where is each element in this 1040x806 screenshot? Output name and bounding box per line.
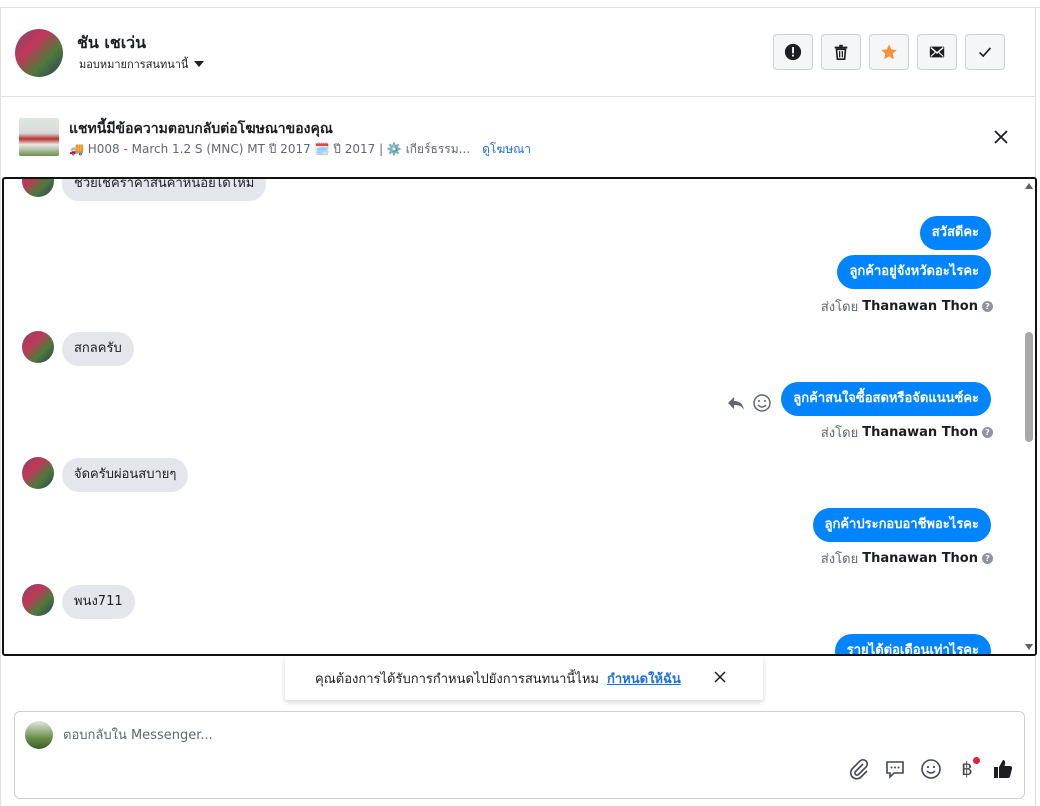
mark-done-button[interactable] [965, 34, 1005, 70]
message-composer: ฿ [14, 711, 1025, 799]
question-icon[interactable]: ? [982, 427, 993, 438]
checkmark-icon [979, 47, 992, 58]
close-banner-button[interactable] [991, 127, 1011, 147]
sent-by-name: Thanawan Thon [862, 299, 978, 314]
baht-icon: ฿ [961, 758, 973, 780]
incoming-message[interactable]: สกลครับ [62, 332, 134, 366]
outgoing-message[interactable]: ลูกค้าอยู่จังหวัดอะไรคะ [837, 255, 991, 289]
assign-prompt-toast: คุณต้องการได้รับการกำหนดไปยังการสนทนานี้… [285, 656, 763, 700]
saved-reply-icon[interactable] [884, 758, 906, 780]
ad-banner-title: แชทนี้มีข้อความตอบกลับต่อโฆษณาของคุณ [69, 121, 333, 137]
question-icon[interactable]: ? [982, 553, 993, 564]
composer-toolbar: ฿ [848, 756, 1014, 780]
exclamation-circle-icon [784, 43, 802, 61]
message-thread[interactable]: ช่วยเช็คราคาสินค้าหน่อยได้ไหม สวัสดีคะ ล… [2, 177, 1037, 656]
header-actions [773, 34, 1005, 70]
incoming-message[interactable]: จัดครับผ่อนสบายๆ [62, 458, 189, 492]
sender-avatar[interactable] [22, 584, 54, 616]
notification-dot [973, 756, 980, 764]
outgoing-message[interactable]: ลูกค้าประกอบอาชีพอะไรคะ [812, 508, 991, 542]
incoming-message[interactable]: พนง711 [62, 585, 135, 619]
ad-reply-banner: แชทนี้มีข้อความตอบกลับต่อโฆษณาของคุณ 🚚 H… [1, 98, 1035, 176]
incoming-message[interactable]: ช่วยเช็คราคาสินค้าหน่อยได้ไหม [62, 179, 267, 201]
assign-prompt-text: คุณต้องการได้รับการกำหนดไปยังการสนทนานี้… [315, 671, 599, 687]
close-icon [714, 671, 726, 683]
view-ad-link[interactable]: ดูโฆษณา [482, 140, 531, 159]
star-button[interactable] [869, 34, 909, 70]
payment-button[interactable]: ฿ [956, 756, 980, 780]
conversation-header: ชัน เชเว่น มอบหมายการสนทนานี้ [1, 9, 1035, 97]
thumbs-up-icon[interactable] [992, 758, 1014, 780]
sent-by-label: ส่งโดย Thanawan Thon ? [821, 422, 993, 443]
envelope-icon [929, 46, 945, 58]
assign-label: มอบหมายการสนทนานี้ [79, 58, 189, 71]
sender-avatar[interactable] [22, 331, 54, 363]
assign-dropdown[interactable]: มอบหมายการสนทนานี้ [79, 55, 205, 73]
sent-by-prefix: ส่งโดย [820, 300, 859, 315]
caret-down-icon [194, 61, 205, 67]
sent-by-label: ส่งโดย Thanawan Thon ? [821, 548, 993, 569]
trash-icon [834, 44, 848, 61]
assign-to-me-link[interactable]: กำหนดให้ฉัน [607, 668, 681, 689]
sent-by-name: Thanawan Thon [862, 551, 978, 566]
sender-avatar[interactable] [22, 457, 54, 489]
emoji-icon[interactable] [920, 758, 942, 780]
ad-details-text: 🚚 H008 - March 1.2 S (MNC) MT ปี 2017 🗓️… [69, 142, 471, 156]
contact-avatar[interactable] [15, 29, 63, 77]
paperclip-icon[interactable] [848, 758, 870, 780]
delete-button[interactable] [821, 34, 861, 70]
report-button[interactable] [773, 34, 813, 70]
close-icon [994, 130, 1008, 144]
top-edge [0, 0, 1040, 8]
page-avatar [25, 721, 53, 749]
sent-by-name: Thanawan Thon [862, 425, 978, 440]
sender-avatar[interactable] [22, 179, 54, 197]
emoji-react-icon[interactable] [752, 393, 772, 413]
sent-by-label: ส่งโดย Thanawan Thon ? [821, 296, 993, 317]
outgoing-message[interactable]: สวัสดีคะ [919, 216, 991, 250]
star-icon [881, 44, 897, 60]
ad-banner-details: 🚚 H008 - March 1.2 S (MNC) MT ปี 2017 🗓️… [69, 140, 531, 159]
dismiss-toast-button[interactable] [713, 670, 727, 684]
reply-input[interactable] [63, 724, 963, 746]
mark-unread-button[interactable] [917, 34, 957, 70]
contact-name[interactable]: ชัน เชเว่น [77, 31, 146, 56]
message-hover-tools [726, 393, 772, 413]
conversation-panel: ชัน เชเว่น มอบหมายการสนทนานี้ แชทนี้มีข้… [0, 0, 1040, 806]
chat-scrollbar[interactable] [1023, 179, 1035, 654]
question-icon[interactable]: ? [982, 301, 993, 312]
sent-by-prefix: ส่งโดย [820, 426, 859, 441]
outgoing-message[interactable]: ลูกค้าสนใจซื้อสดหรือจัดแนนซ์คะ [781, 382, 991, 416]
scroll-up-arrow-icon[interactable] [1025, 183, 1033, 189]
ad-thumbnail[interactable] [19, 118, 59, 156]
scroll-down-arrow-icon[interactable] [1025, 644, 1033, 650]
reply-icon[interactable] [726, 393, 746, 413]
scrollbar-thumb[interactable] [1025, 332, 1033, 442]
sent-by-prefix: ส่งโดย [820, 552, 859, 567]
outgoing-message[interactable]: รายได้ต่อเดือนเท่าไรคะ [834, 634, 991, 654]
